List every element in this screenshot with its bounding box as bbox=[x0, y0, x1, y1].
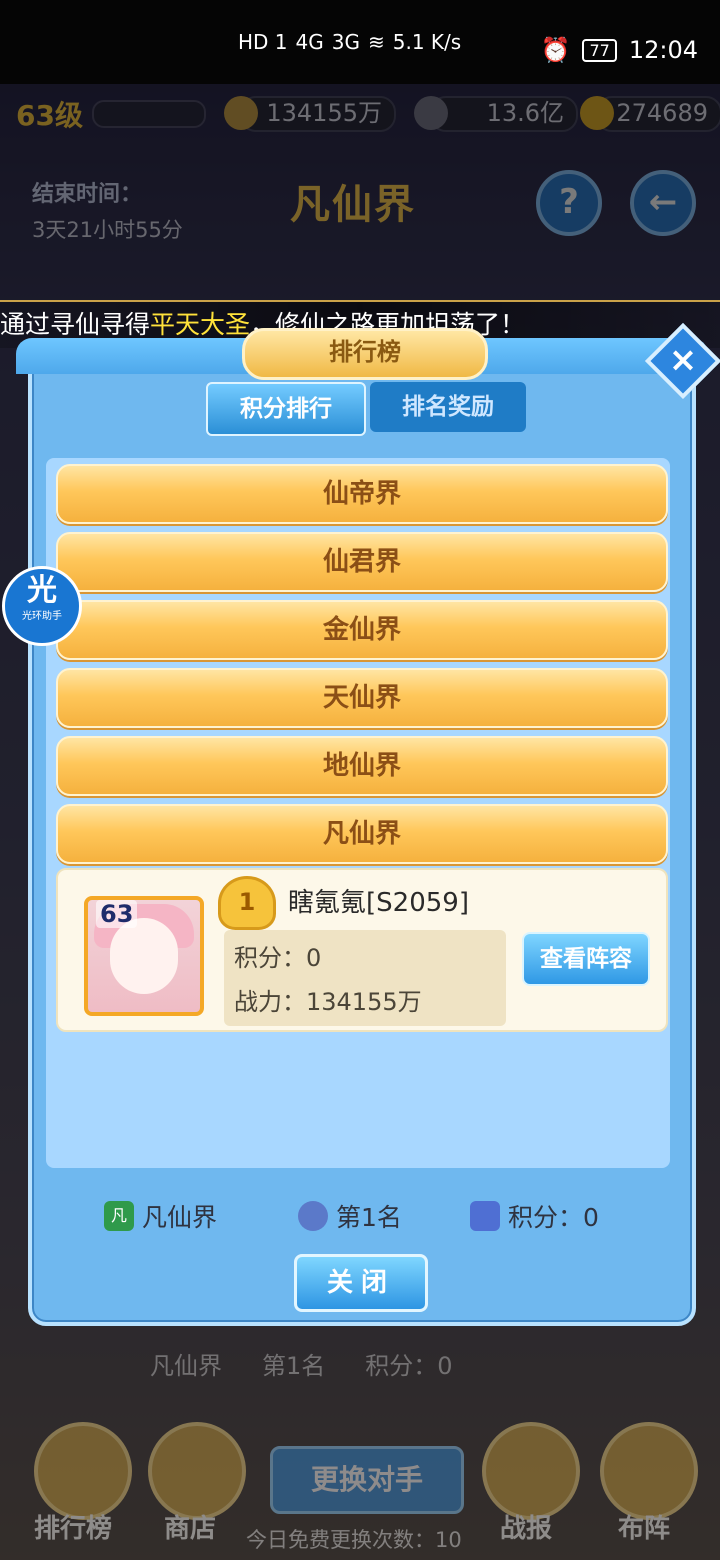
power-icon bbox=[224, 96, 258, 130]
avatar[interactable]: 63 bbox=[84, 896, 204, 1016]
ranking-list: 仙帝界 仙君界 金仙界 天仙界 地仙界 凡仙界 63 1 瞎氪氪[S2059] … bbox=[46, 458, 670, 1168]
modal-title: 排行榜 bbox=[242, 328, 488, 380]
bottom-nav: 排行榜 商店 更换对手 今日免费更换次数：10 战报 布阵 bbox=[0, 1422, 720, 1560]
bg-score: 积分：0 bbox=[365, 1352, 453, 1380]
back-button[interactable]: ← bbox=[630, 170, 696, 236]
nav-leaderboard[interactable]: 排行榜 bbox=[34, 1508, 112, 1545]
footer-score: 积分：0 bbox=[470, 1198, 599, 1234]
rank-crown-icon: 1 bbox=[218, 876, 276, 930]
nav-formation[interactable]: 布阵 bbox=[618, 1508, 670, 1545]
tab-score-ranking[interactable]: 积分排行 bbox=[206, 382, 366, 436]
alarm-icon: ⏰ bbox=[540, 36, 571, 64]
player-level: 63级 bbox=[16, 99, 83, 132]
footer-realm: 凡 凡仙界 bbox=[104, 1198, 217, 1234]
network-indicators: HD 1 4G 3G ≋ 5.1 K/s bbox=[238, 30, 461, 54]
modal-footer: 凡 凡仙界 第1名 积分：0 关闭 bbox=[46, 1182, 670, 1312]
tab-rank-rewards[interactable]: 排名奖励 bbox=[370, 382, 526, 432]
network-speed: 5.1 K/s bbox=[392, 30, 462, 54]
realm-row-xianjun[interactable]: 仙君界 bbox=[56, 532, 668, 592]
background-stats: 凡仙界 第1名 积分：0 bbox=[150, 1346, 453, 1381]
trophy-icon[interactable] bbox=[34, 1422, 132, 1520]
coin-icon bbox=[414, 96, 448, 130]
player-score: 积分：0 bbox=[234, 944, 322, 972]
scroll-icon[interactable] bbox=[482, 1422, 580, 1520]
score-chevron-icon bbox=[470, 1201, 500, 1231]
ranking-tabs: 积分排行 排名奖励 bbox=[206, 382, 526, 436]
helper-floating-button[interactable]: 光 光环助手 bbox=[2, 566, 82, 646]
realm-row-tianxian[interactable]: 天仙界 bbox=[56, 668, 668, 728]
realm-row-jinxian[interactable]: 金仙界 bbox=[56, 600, 668, 660]
end-time-label: 结束时间： bbox=[32, 182, 143, 207]
change-opponent-button[interactable]: 更换对手 bbox=[270, 1446, 464, 1514]
player-stats: 积分：0 战力：134155万 bbox=[224, 930, 506, 1026]
ranking-modal: 排行榜 × 积分排行 排名奖励 仙帝界 仙君界 金仙界 天仙界 地仙界 凡仙界 … bbox=[16, 322, 720, 1326]
status-right: ⏰ 77 12:04 bbox=[541, 36, 698, 64]
realm-row-dixian[interactable]: 地仙界 bbox=[56, 736, 668, 796]
bg-realm: 凡仙界 bbox=[150, 1352, 222, 1380]
help-button[interactable]: ? bbox=[536, 170, 602, 236]
realm-row-xiandi[interactable]: 仙帝界 bbox=[56, 464, 668, 524]
free-change-count: 今日免费更换次数：10 bbox=[246, 1528, 462, 1552]
nav-battle-report[interactable]: 战报 bbox=[500, 1508, 552, 1545]
status-bar: HD 1 4G 3G ≋ 5.1 K/s ⏰ 77 12:04 bbox=[0, 0, 720, 84]
realm-badge-icon: 凡 bbox=[104, 1201, 134, 1231]
gold-ingot-icon bbox=[580, 96, 614, 130]
marquee-highlight: 平天大圣 bbox=[150, 310, 251, 339]
footer-rank: 第1名 bbox=[298, 1198, 402, 1234]
gold-resource: 274689 bbox=[580, 96, 720, 132]
signal-4g-icon: 4G bbox=[295, 30, 324, 54]
wifi-icon: ≋ bbox=[368, 30, 385, 54]
rank-shield-icon bbox=[298, 1201, 328, 1231]
silver-resource: 13.6亿 bbox=[414, 96, 578, 132]
exp-bar bbox=[92, 100, 206, 128]
marquee-prefix: 通过寻仙寻得 bbox=[0, 310, 151, 339]
power-resource: 134155万 bbox=[224, 96, 396, 132]
view-lineup-button[interactable]: 查看阵容 bbox=[522, 932, 650, 986]
realm-title: 凡仙界 bbox=[290, 182, 416, 228]
resource-bar: 63级 134155万 13.6亿 274689 bbox=[0, 84, 720, 140]
bg-rank: 第1名 bbox=[262, 1352, 326, 1380]
hd-icon: HD 1 bbox=[238, 30, 288, 54]
nav-shop[interactable]: 商店 bbox=[164, 1508, 216, 1545]
close-button[interactable]: 关闭 bbox=[294, 1254, 428, 1312]
yin-yang-icon[interactable] bbox=[600, 1422, 698, 1520]
signal-3g-icon: 3G bbox=[331, 30, 360, 54]
player-rank-card: 63 1 瞎氪氪[S2059] 积分：0 战力：134155万 查看阵容 bbox=[56, 868, 668, 1032]
avatar-level: 63 bbox=[96, 900, 138, 928]
player-name: 瞎氪氪[S2059] bbox=[288, 888, 469, 918]
end-time-value: 3天21小时55分 bbox=[32, 218, 183, 242]
treasure-chest-icon[interactable] bbox=[148, 1422, 246, 1520]
battery-icon: 77 bbox=[582, 38, 617, 62]
realm-row-fanxian[interactable]: 凡仙界 bbox=[56, 804, 668, 864]
clock: 12:04 bbox=[628, 36, 698, 64]
player-power: 战力：134155万 bbox=[234, 988, 422, 1016]
avatar-face bbox=[110, 918, 178, 994]
helper-label: 光环助手 bbox=[22, 611, 62, 622]
